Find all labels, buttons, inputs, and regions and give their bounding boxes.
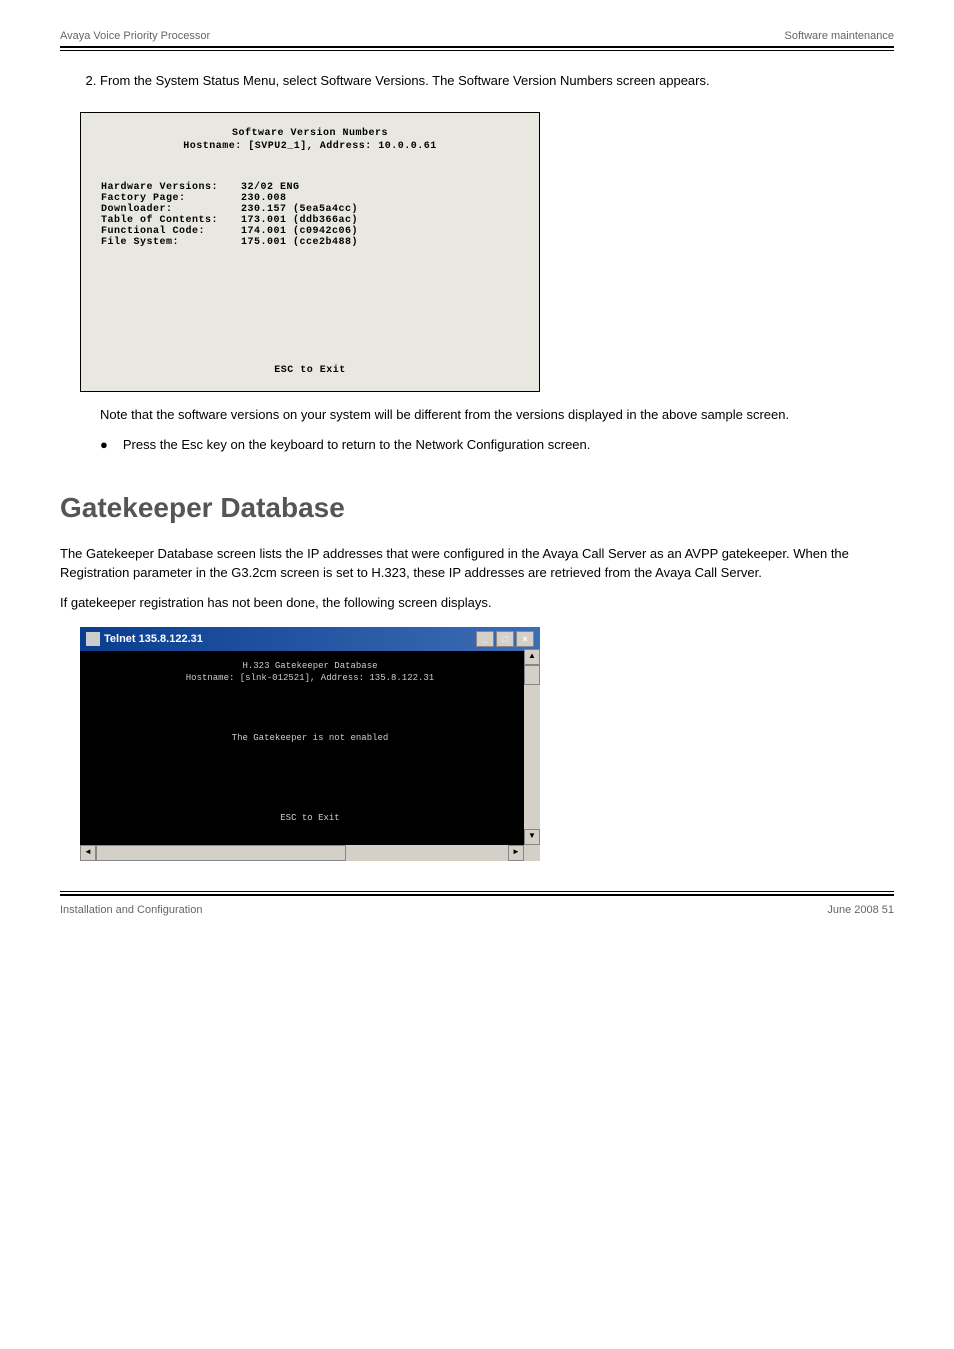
resize-grip[interactable] (524, 845, 540, 861)
telnet-content-footer: ESC to Exit (95, 813, 525, 823)
scroll-thumb-h[interactable] (96, 845, 346, 861)
scroll-right-button[interactable]: ► (508, 845, 524, 861)
telnet-window: Telnet 135.8.122.31 _ □ × H.323 Gatekeep… (80, 627, 540, 861)
bullet-dot-icon: ● (100, 437, 108, 452)
body-text: If gatekeeper registration has not been … (60, 593, 894, 613)
terminal-row: Functional Code: 174.001 (c0942c06) (101, 226, 519, 237)
body-text: The Gatekeeper Database screen lists the… (60, 544, 894, 583)
scroll-thumb[interactable] (524, 665, 540, 685)
scroll-up-button[interactable]: ▲ (524, 649, 540, 665)
terminal-title: Software Version Numbers (101, 128, 519, 139)
terminal-label: Hardware Versions: (101, 182, 241, 193)
header-rule-thick (60, 46, 894, 48)
vertical-scrollbar[interactable]: ▲ ▼ (524, 649, 540, 845)
header-rule-thin (60, 50, 894, 51)
section-heading: Gatekeeper Database (60, 492, 894, 524)
close-button[interactable]: × (516, 631, 534, 647)
telnet-icon (86, 632, 100, 646)
footer-left: Installation and Configuration (60, 904, 202, 916)
note-text: Note that the software versions on your … (100, 407, 894, 422)
terminal-value: 32/02 ENG (241, 182, 519, 193)
terminal-value: 173.001 (ddb366ac) (241, 215, 519, 226)
maximize-button[interactable]: □ (496, 631, 514, 647)
terminal-value: 230.008 (241, 193, 519, 204)
terminal-row: Factory Page: 230.008 (101, 193, 519, 204)
terminal-row: Hardware Versions: 32/02 ENG (101, 182, 519, 193)
terminal-value: 174.001 (c0942c06) (241, 226, 519, 237)
terminal-value: 230.157 (5ea5a4cc) (241, 204, 519, 215)
telnet-content-subtitle: Hostname: [slnk-012521], Address: 135.8.… (95, 673, 525, 683)
terminal-footer: ESC to Exit (81, 365, 539, 376)
telnet-content: H.323 Gatekeeper Database Hostname: [sln… (80, 651, 540, 861)
terminal-row: File System: 175.001 (cce2b488) (101, 237, 519, 248)
telnet-title-text: Telnet 135.8.122.31 (104, 633, 203, 645)
footer-right: June 2008 51 (827, 904, 894, 916)
instruction-item: From the System Status Menu, select Soft… (100, 71, 894, 92)
scroll-left-button[interactable]: ◄ (80, 845, 96, 861)
bullet-item: ● Press the Esc key on the keyboard to r… (100, 437, 894, 452)
terminal-label: Downloader: (101, 204, 241, 215)
header-left: Avaya Voice Priority Processor (60, 30, 210, 42)
terminal-value: 175.001 (cce2b488) (241, 237, 519, 248)
terminal-row: Downloader: 230.157 (5ea5a4cc) (101, 204, 519, 215)
telnet-content-msg: The Gatekeeper is not enabled (95, 733, 525, 743)
terminal-label: Functional Code: (101, 226, 241, 237)
telnet-titlebar[interactable]: Telnet 135.8.122.31 _ □ × (80, 627, 540, 651)
terminal-row: Table of Contents: 173.001 (ddb366ac) (101, 215, 519, 226)
horizontal-scrollbar[interactable]: ◄ ► (80, 845, 524, 861)
footer-rule-thick (60, 894, 894, 896)
bullet-text: Press the Esc key on the keyboard to ret… (123, 437, 591, 452)
scroll-down-button[interactable]: ▼ (524, 829, 540, 845)
telnet-content-title: H.323 Gatekeeper Database (95, 661, 525, 671)
terminal-label: File System: (101, 237, 241, 248)
footer-rule-thin (60, 891, 894, 892)
terminal-subtitle: Hostname: [SVPU2_1], Address: 10.0.0.61 (101, 141, 519, 152)
terminal-label: Factory Page: (101, 193, 241, 204)
software-versions-terminal: Software Version Numbers Hostname: [SVPU… (80, 112, 540, 392)
terminal-label: Table of Contents: (101, 215, 241, 226)
header-right: Software maintenance (785, 30, 894, 42)
minimize-button[interactable]: _ (476, 631, 494, 647)
